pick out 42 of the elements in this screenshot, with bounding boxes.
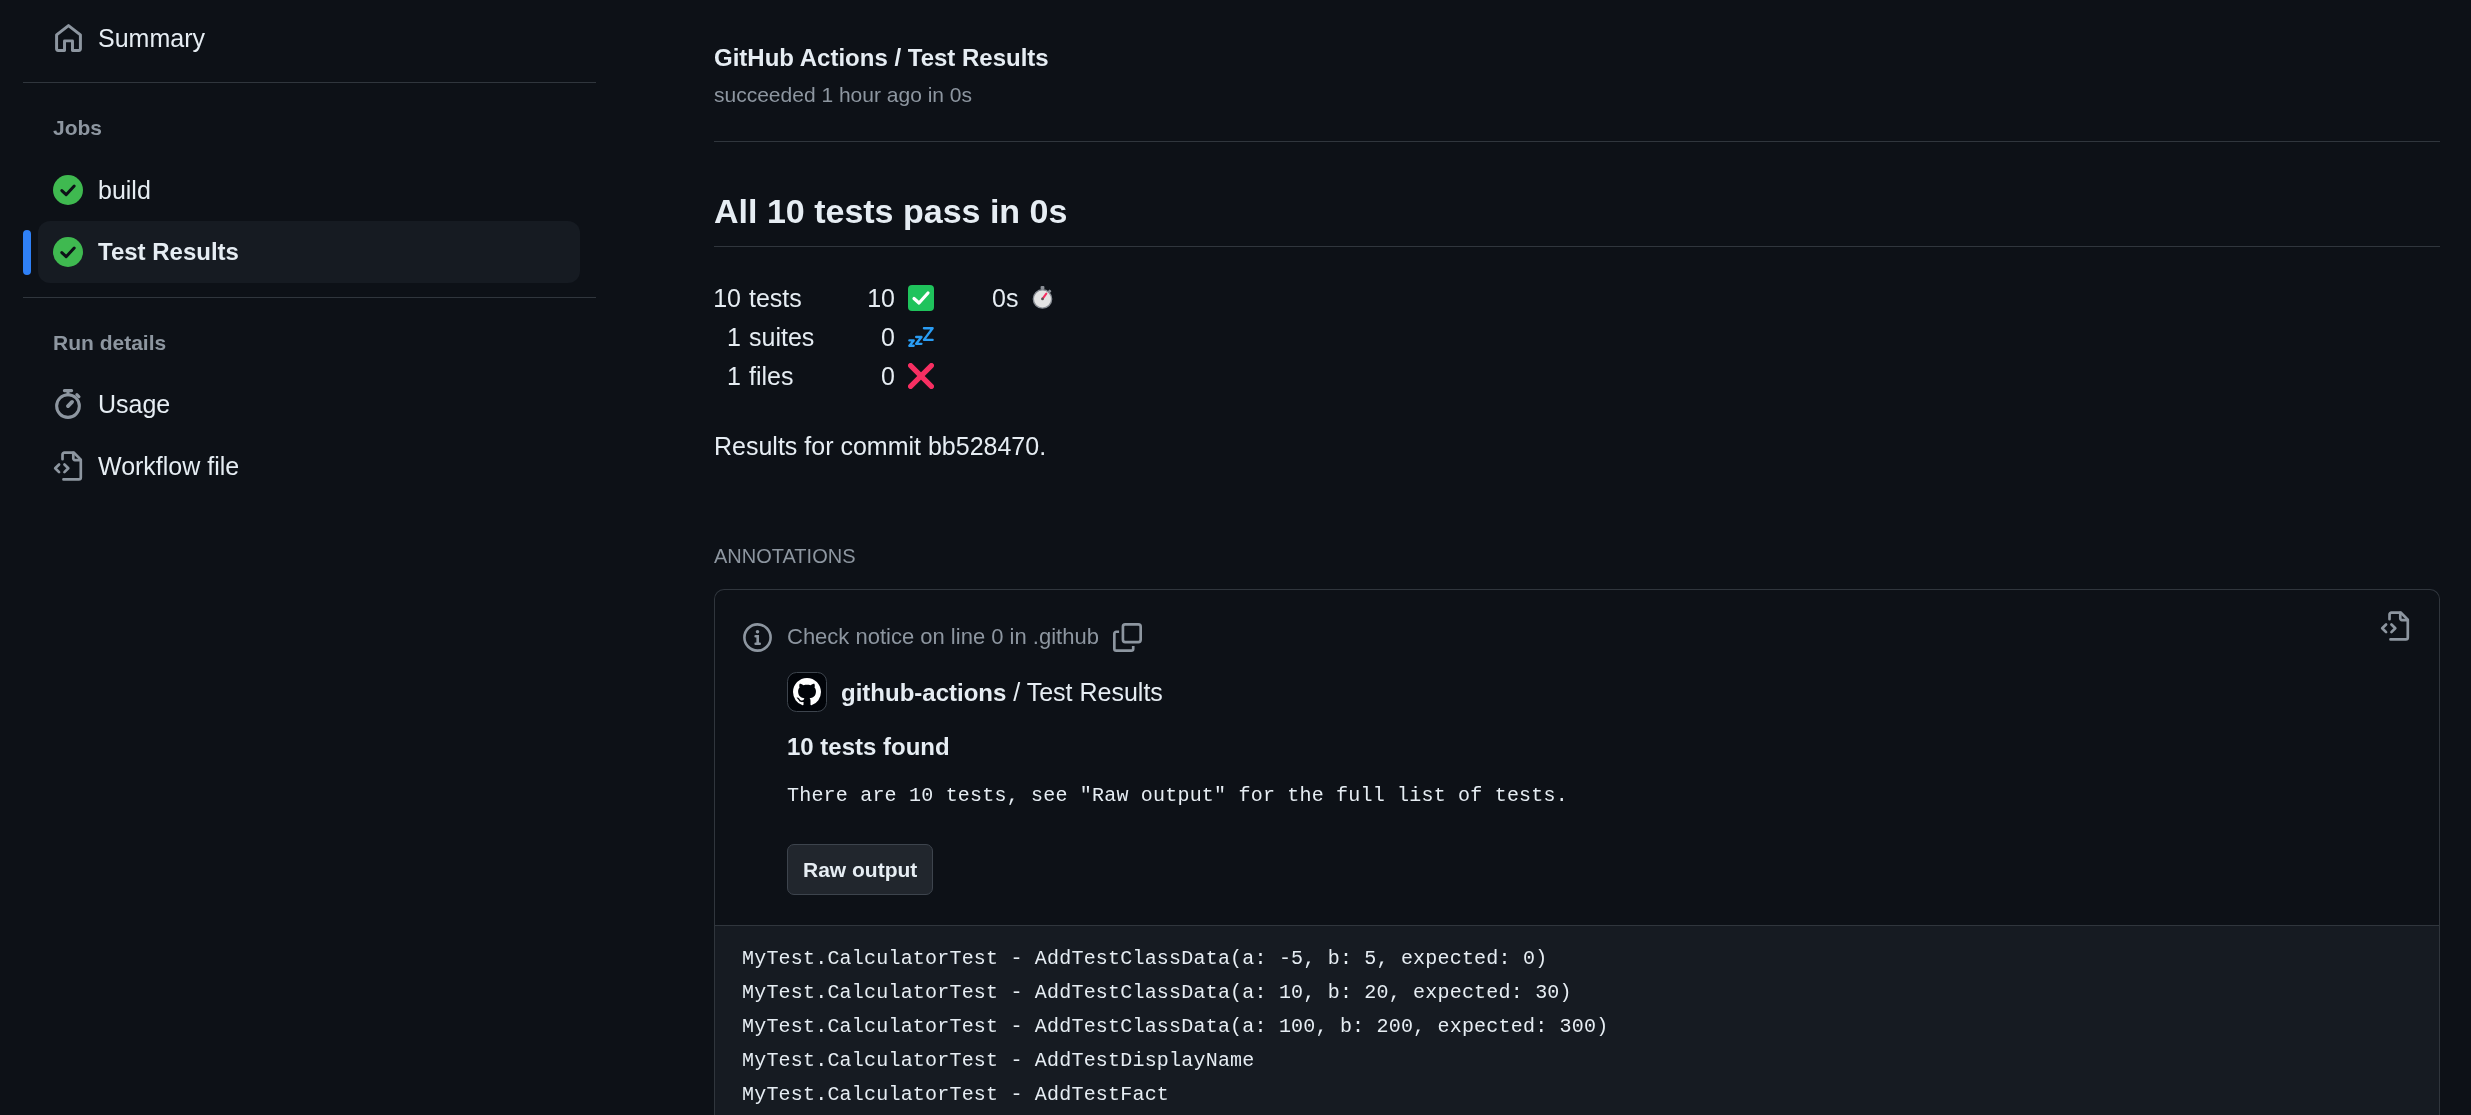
output-line: MyTest.CalculatorTest - AddTestDisplayName [742, 1048, 1256, 1074]
run-status: succeeded 1 hour ago in 0s [714, 82, 974, 108]
output-line: MyTest.CalculatorTest - AddTestClassData(a: 100, b: 200, expected: 300) [742, 1014, 1610, 1040]
info-icon [743, 622, 772, 652]
commit-note: Results for commit bb528470. [714, 431, 1048, 461]
file-code-icon[interactable] [2380, 611, 2410, 641]
output-line: MyTest.CalculatorTest - AddTestClassData(a: 10, b: 20, expected: 30) [742, 980, 1573, 1006]
stopwatch-icon [55, 389, 81, 419]
annotation-location: Check notice on line 0 in .github [787, 624, 1099, 650]
run-title: GitHub Actions / Test Results [714, 43, 1050, 73]
stat-duration: 0s [992, 282, 1019, 313]
copy-icon[interactable] [1112, 622, 1142, 652]
stat-result: 0 [881, 360, 895, 391]
nav-item[interactable]: Workflow file [38, 435, 580, 497]
check-mark-icon [908, 284, 934, 311]
raw-output-button[interactable]: Raw output [787, 844, 934, 895]
section-heading: Run details [53, 330, 168, 356]
cross-icon [908, 362, 934, 389]
nav-item[interactable]: Usage [38, 373, 580, 435]
stat-count: 1 [727, 321, 741, 352]
output-line: MyTest.CalculatorTest - AddTestClassData(a: -5, b: 5, expected: 0) [742, 946, 1549, 972]
stopwatch-icon [1032, 286, 1053, 309]
nav-item[interactable]: build [38, 159, 580, 221]
section-label: ANNOTATIONS [714, 544, 857, 569]
stat-count: 10 [713, 282, 741, 313]
stat-unit: files [749, 360, 794, 391]
stat-unit: tests [749, 282, 802, 313]
section-heading: Jobs [53, 115, 103, 141]
annotation-source: github-actions / Test Results [841, 676, 1163, 708]
stat-result: 10 [867, 282, 895, 313]
annotation-title: 10 tests found [787, 732, 951, 762]
github-logo-icon [787, 672, 827, 712]
stat-count: 1 [727, 360, 741, 391]
stat-unit: suites [749, 321, 815, 352]
file-code-icon [53, 451, 83, 481]
annotation-message: There are 10 tests, see "Raw output" for the full list of tests. [787, 783, 1569, 809]
summary-heading: All 10 tests pass in 0s [714, 191, 1069, 232]
nav-item[interactable]: Summary [38, 7, 580, 69]
output-line: MyTest.CalculatorTest - AddTestFact [742, 1082, 1171, 1108]
nav-item[interactable]: Test Results [38, 221, 580, 283]
stat-result: 0 [881, 321, 895, 352]
home-icon [55, 24, 82, 52]
